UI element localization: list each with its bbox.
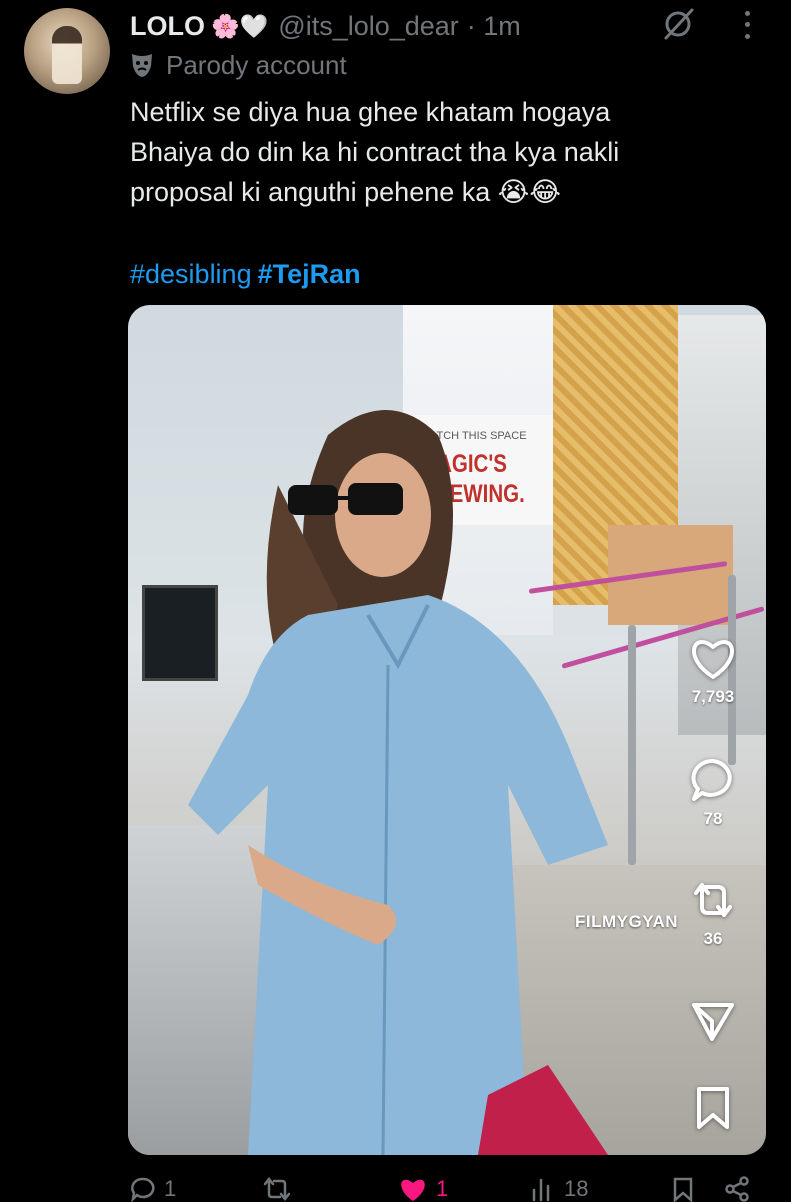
share-network-icon[interactable] — [724, 1176, 750, 1202]
repost-icon[interactable] — [690, 877, 736, 923]
video-post — [628, 625, 636, 865]
tweet-header: LOLO 🌸🤍 @its_lolo_dear · 1m — [130, 4, 521, 48]
author-emojis: 🌸🤍 — [211, 13, 269, 40]
share-icon[interactable] — [690, 997, 736, 1043]
video-person — [188, 410, 608, 1155]
video-repost-count: 36 — [703, 929, 723, 948]
tweet-time[interactable]: · 1m — [467, 11, 521, 42]
parody-label: Parody account — [130, 46, 347, 84]
like-action[interactable]: 1 — [398, 1176, 448, 1202]
comment-bubble-icon[interactable] — [690, 757, 736, 803]
hashtag-row: #desibling #TejRan — [130, 254, 361, 294]
author-avatar[interactable] — [24, 8, 110, 94]
reply-count: 1 — [164, 1176, 177, 1201]
views-bar-icon — [532, 1178, 550, 1202]
repost-action[interactable] — [262, 1176, 300, 1202]
tweet-action-bar: 1 1 18 — [0, 1168, 791, 1202]
heart-icon[interactable] — [688, 635, 738, 681]
views-action[interactable]: 18 — [530, 1176, 588, 1202]
video-like-count: 7,793 — [691, 687, 735, 706]
hashtag-desibling[interactable]: #desibling — [130, 259, 252, 289]
avatar-figure — [52, 26, 82, 84]
video-watermark: FILMYGYAN — [575, 912, 679, 931]
tweet-video[interactable]: WATCH THIS SPACE MAGIC'S BREWING. 7,793 … — [128, 305, 766, 1155]
bookmark-icon[interactable] — [693, 1085, 733, 1131]
bookmark-outline-icon[interactable] — [670, 1176, 696, 1202]
author-name[interactable]: LOLO — [130, 11, 205, 42]
more-options-icon[interactable] — [737, 8, 757, 42]
retweet-icon — [263, 1176, 291, 1202]
tweet-text: Netflix se diya hua ghee khatam hogaya B… — [130, 97, 620, 207]
reply-icon — [131, 1177, 155, 1202]
parody-mask-icon — [132, 54, 152, 77]
hashtag-tejran[interactable]: #TejRan — [258, 259, 361, 289]
video-comment-count: 78 — [703, 809, 723, 828]
like-count: 1 — [436, 1176, 449, 1201]
view-count: 18 — [564, 1176, 589, 1201]
heart-filled-icon — [401, 1179, 425, 1201]
grok-icon[interactable] — [660, 6, 696, 42]
reply-action[interactable]: 1 — [130, 1176, 176, 1202]
parody-label-text: Parody account — [166, 49, 347, 80]
author-handle[interactable]: @its_lolo_dear — [278, 11, 459, 42]
